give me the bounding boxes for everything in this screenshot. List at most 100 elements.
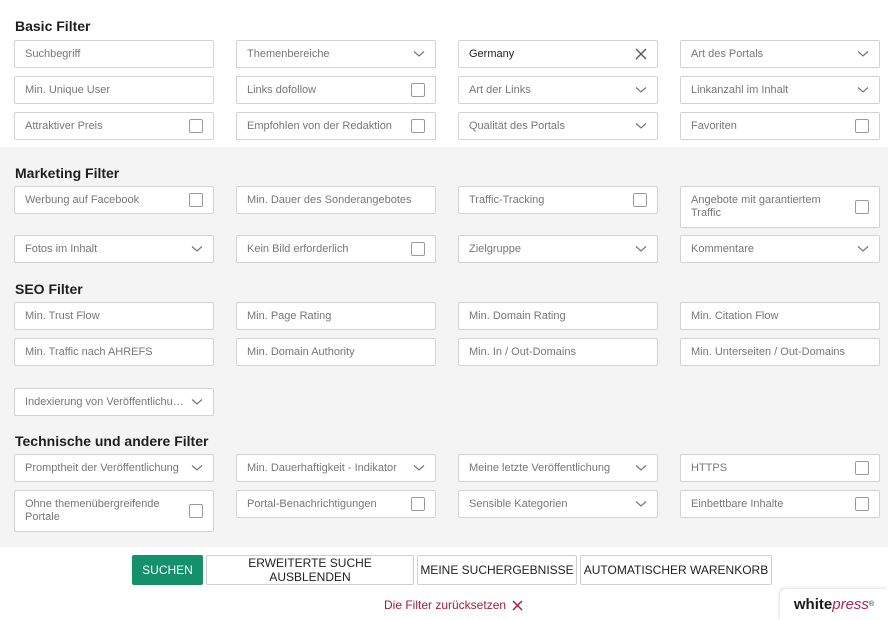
checkbox[interactable] <box>411 242 425 256</box>
zielgruppe-dropdown[interactable]: Zielgruppe <box>458 235 658 263</box>
hide-advanced-search-button[interactable]: ERWEITERTE SUCHE AUSBLENDEN <box>206 555 414 585</box>
checkbox[interactable] <box>855 200 869 214</box>
field-label: Portal-Benachrichtigungen <box>247 497 377 510</box>
einbettbare-inhalte-checkbox-field[interactable]: Einbettbare Inhalte <box>680 490 880 518</box>
min-domain-authority-input[interactable]: Min. Domain Authority <box>236 338 436 366</box>
checkbox[interactable] <box>633 193 647 207</box>
ohne-themenuebergreifende-portale-checkbox-field[interactable]: Ohne themenübergreifende Portale <box>14 490 214 532</box>
kommentare-dropdown[interactable]: Kommentare <box>680 235 880 263</box>
chevron-down-icon <box>635 465 647 471</box>
field-label: Min. In / Out-Domains <box>469 345 576 358</box>
art-des-portals-dropdown[interactable]: Art des Portals <box>680 40 880 68</box>
automatic-cart-button[interactable]: AUTOMATISCHER WARENKORB <box>580 555 772 585</box>
checkbox[interactable] <box>411 119 425 133</box>
min-citation-flow-input[interactable]: Min. Citation Flow <box>680 302 880 330</box>
sensible-kategorien-dropdown[interactable]: Sensible Kategorien <box>458 490 658 518</box>
field-label: Min. Unterseiten / Out-Domains <box>691 345 846 358</box>
chevron-down-icon <box>191 246 203 252</box>
traffic-tracking-checkbox-field[interactable]: Traffic-Tracking <box>458 186 658 214</box>
field-label: Ohne themenübergreifende Portale <box>25 498 160 523</box>
field-label: Min. Citation Flow <box>691 309 779 322</box>
min-page-rating-input[interactable]: Min. Page Rating <box>236 302 436 330</box>
min-dauerhaftigkeit-indikator-dropdown[interactable]: Min. Dauerhaftigkeit - Indikator <box>236 454 436 482</box>
field-label: Links dofollow <box>247 83 317 96</box>
field-label: Art des Portals <box>691 47 764 60</box>
field-label: Min. Page Rating <box>247 309 332 322</box>
checkbox[interactable] <box>855 461 869 475</box>
chevron-down-icon <box>635 87 647 93</box>
checkbox[interactable] <box>189 193 203 207</box>
angebote-mit-garantiertem-traffic-checkbox-field[interactable]: Angebote mit garantiertem Traffic <box>680 186 880 228</box>
field-label: Indexierung von Veröffentlichungen <box>25 395 185 408</box>
werbung-auf-facebook-checkbox-field[interactable]: Werbung auf Facebook <box>14 186 214 214</box>
favoriten-checkbox-field[interactable]: Favoriten <box>680 112 880 140</box>
art-der-links-dropdown[interactable]: Art der Links <box>458 76 658 104</box>
checkbox[interactable] <box>855 497 869 511</box>
field-label: Germany <box>469 47 515 60</box>
fotos-im-inhalt-dropdown[interactable]: Fotos im Inhalt <box>14 235 214 263</box>
clear-icon[interactable] <box>635 48 647 60</box>
checkbox[interactable] <box>189 504 203 518</box>
meine-letzte-veroeffentlichung-dropdown[interactable]: Meine letzte Veröffentlichung <box>458 454 658 482</box>
marketing-filter-title: Marketing Filter <box>15 165 120 181</box>
suchbegriff-input[interactable]: Suchbegriff <box>14 40 214 68</box>
search-button[interactable]: SUCHEN <box>132 555 203 585</box>
chevron-down-icon <box>413 465 425 471</box>
field-label: Min. Trust Flow <box>25 309 100 322</box>
empfohlen-von-der-redaktion-checkbox-field[interactable]: Empfohlen von der Redaktion <box>236 112 436 140</box>
chevron-down-icon <box>191 465 203 471</box>
field-label: Sensible Kategorien <box>469 497 568 510</box>
field-label: Linkanzahl im Inhalt <box>691 83 789 96</box>
germany-select[interactable]: Germany <box>458 40 658 68</box>
field-label: Art der Links <box>469 83 531 96</box>
chevron-down-icon <box>413 51 425 57</box>
logo-text-white: white <box>793 596 833 613</box>
chevron-down-icon <box>857 87 869 93</box>
close-icon <box>512 600 523 610</box>
field-label: Min. Traffic nach AHREFS <box>25 345 153 358</box>
field-label: Promptheit der Veröffentlichung <box>25 461 179 474</box>
field-label: Zielgruppe <box>469 242 521 255</box>
field-label: Angebote mit garantiertem Traffic <box>691 194 821 219</box>
min-traffic-nach-ahrefs-input[interactable]: Min. Traffic nach AHREFS <box>14 338 214 366</box>
chevron-down-icon <box>857 246 869 252</box>
checkbox[interactable] <box>855 119 869 133</box>
kein-bild-erforderlich-checkbox-field[interactable]: Kein Bild erforderlich <box>236 235 436 263</box>
whitepress-logo: white press ® <box>780 589 888 620</box>
indexierung-von-veroeffentlichungen-dropdown[interactable]: Indexierung von Veröffentlichungen <box>14 388 214 416</box>
field-label: Kommentare <box>691 242 754 255</box>
min-dauer-des-sonderangebotes-input[interactable]: Min. Dauer des Sonderangebotes <box>236 186 436 214</box>
checkbox[interactable] <box>411 497 425 511</box>
min-unique-user-input[interactable]: Min. Unique User <box>14 76 214 104</box>
field-label: Suchbegriff <box>25 47 81 60</box>
https-checkbox-field[interactable]: HTTPS <box>680 454 880 482</box>
linkanzahl-im-inhalt-dropdown[interactable]: Linkanzahl im Inhalt <box>680 76 880 104</box>
promptheit-der-veroeffentlichung-dropdown[interactable]: Promptheit der Veröffentlichung <box>14 454 214 482</box>
chevron-down-icon <box>635 246 647 252</box>
reset-filters-link[interactable]: Die Filter zurücksetzen <box>384 598 523 612</box>
min-in-out-domains-input[interactable]: Min. In / Out-Domains <box>458 338 658 366</box>
my-search-results-button[interactable]: MEINE SUCHERGEBNISSE <box>417 555 577 585</box>
qualitaet-des-portals-dropdown[interactable]: Qualität des Portals <box>458 112 658 140</box>
field-label: Min. Dauer des Sonderangebotes <box>247 193 412 206</box>
field-label: Meine letzte Veröffentlichung <box>469 461 611 474</box>
checkbox[interactable] <box>189 119 203 133</box>
min-trust-flow-input[interactable]: Min. Trust Flow <box>14 302 214 330</box>
attraktiver-preis-checkbox-field[interactable]: Attraktiver Preis <box>14 112 214 140</box>
links-dofollow-checkbox-field[interactable]: Links dofollow <box>236 76 436 104</box>
field-label: Min. Domain Authority <box>247 345 355 358</box>
basic-filter-title: Basic Filter <box>15 18 91 34</box>
portal-benachrichtigungen-checkbox-field[interactable]: Portal-Benachrichtigungen <box>236 490 436 518</box>
chevron-down-icon <box>191 399 203 405</box>
min-domain-rating-input[interactable]: Min. Domain Rating <box>458 302 658 330</box>
checkbox[interactable] <box>411 83 425 97</box>
min-unterseiten-out-domains-input[interactable]: Min. Unterseiten / Out-Domains <box>680 338 880 366</box>
logo-text-press: press <box>832 596 869 613</box>
reset-filters-label: Die Filter zurücksetzen <box>384 598 507 612</box>
field-label: Traffic-Tracking <box>469 193 545 206</box>
field-label: Themenbereiche <box>247 47 330 60</box>
themenbereiche-dropdown[interactable]: Themenbereiche <box>236 40 436 68</box>
field-label: Min. Domain Rating <box>469 309 566 322</box>
field-label: Attraktiver Preis <box>25 119 103 132</box>
field-label: Fotos im Inhalt <box>25 242 98 255</box>
